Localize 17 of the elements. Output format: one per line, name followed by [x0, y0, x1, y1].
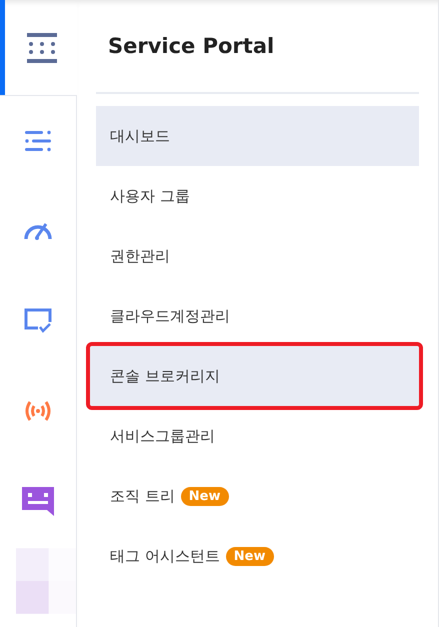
chat-face-icon[interactable]: [22, 486, 54, 516]
menu-item[interactable]: 대시보드: [96, 106, 419, 166]
menu-item[interactable]: 조직 트리 New: [96, 466, 419, 526]
list-icon[interactable]: [25, 129, 51, 153]
panel-title: Service Portal: [96, 0, 419, 94]
gauge-icon[interactable]: [24, 221, 52, 241]
menu-item[interactable]: 권한관리: [96, 226, 419, 286]
menu-item[interactable]: 콘솔 브로커리지: [90, 346, 419, 406]
screen-check-icon[interactable]: [24, 308, 52, 334]
new-badge: New: [226, 546, 274, 566]
menu-item[interactable]: 태그 어시스턴트 New: [96, 526, 419, 586]
grid-icon[interactable]: [26, 32, 56, 62]
menu-item[interactable]: 서비스그룹관리: [96, 406, 419, 466]
new-badge: New: [180, 486, 228, 506]
broadcast-icon[interactable]: [23, 399, 53, 423]
menu-item[interactable]: 클라우드계정관리: [96, 286, 419, 346]
menu-item[interactable]: 사용자 그룹: [96, 166, 419, 226]
